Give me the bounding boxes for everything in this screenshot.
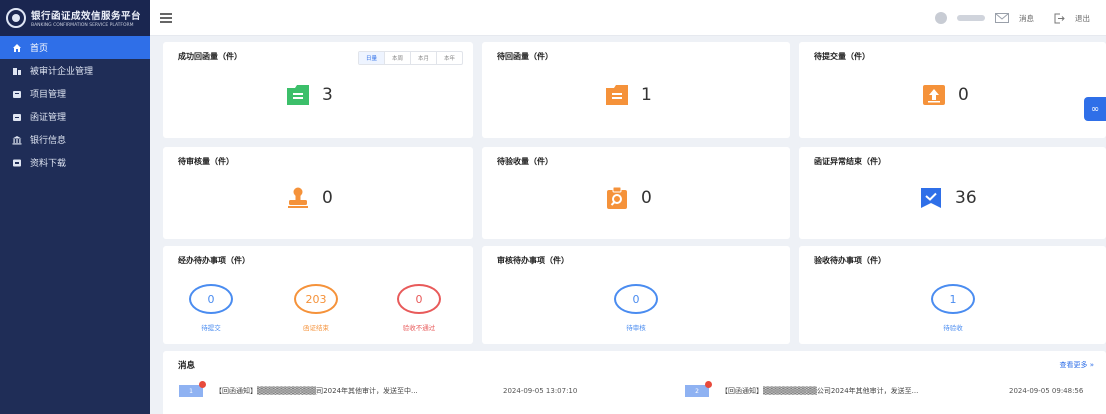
logo-icon <box>6 8 26 28</box>
sidebar-item-label: 银行信息 <box>30 136 67 146</box>
returned-count: 3 <box>322 85 333 105</box>
todo-label: 验收不通过 <box>402 324 436 332</box>
brand-subtitle: BANKING CONFIRMATION SERVICE PLATFORM <box>31 23 134 28</box>
stamp-icon <box>288 187 308 208</box>
sidebar-item-label: 函证管理 <box>30 113 67 123</box>
message-text: 【回函通知】▒▒▒▒▒▒▒▒▒▒▒司2024年其他审计，发送至中... <box>215 387 418 395</box>
card-pending-review: 待审核量（件） 0 <box>163 147 473 239</box>
card-abnormal: 函证异常结束（件） 36 <box>799 147 1106 239</box>
view-more-link[interactable]: 查看更多 » <box>1059 360 1094 370</box>
sidebar-item-label: 资料下载 <box>30 159 67 169</box>
card-handling-todo: 经办待办事项（件） 0 待提交 203 函证结束 0 验收不通过 <box>163 246 473 344</box>
message-item[interactable]: 1 【回函通知】▒▒▒▒▒▒▒▒▒▒▒司2024年其他审计，发送至中... 20… <box>179 381 578 398</box>
user-avatar[interactable] <box>935 12 947 24</box>
card-title: 验收待办事项（件） <box>814 256 886 265</box>
message-index: 2 <box>685 381 712 397</box>
mail-icon[interactable] <box>995 13 1009 23</box>
card-title: 待验收量（件） <box>497 157 553 166</box>
pending-accept-count: 0 <box>641 188 652 208</box>
period-year-button[interactable]: 本年 <box>437 52 462 64</box>
sidebar-item-label: 项目管理 <box>30 90 67 100</box>
folder-icon <box>287 85 309 105</box>
logout-icon[interactable] <box>1054 13 1065 24</box>
card-title: 经办待办事项（件） <box>178 256 250 265</box>
todo-label: 待审核 <box>626 324 646 332</box>
card-title: 待审核量（件） <box>178 157 234 166</box>
card-title: 审核待办事项（件） <box>497 256 569 265</box>
pending-submit-count: 0 <box>958 85 969 105</box>
letter-icon <box>13 113 21 121</box>
sidebar-nav: 首页 被审计企业管理 项目管理 函证管理 银行信息 资料下载 <box>0 36 150 174</box>
card-returned: 成功回函量（件） 日量 本周 本月 本年 3 <box>163 42 473 138</box>
card-pending-accept: 待验收量（件） 0 <box>482 147 790 239</box>
card-pending-return: 待回函量（件） 1 <box>482 42 790 138</box>
top-header: 消息 退出 <box>150 0 1106 36</box>
period-selector: 日量 本周 本月 本年 <box>357 51 463 65</box>
todo-label: 函证结束 <box>303 324 329 332</box>
pending-review-count: 0 <box>322 188 333 208</box>
messages-panel: 消息 查看更多 » 1 【回函通知】▒▒▒▒▒▒▒▒▒▒▒司2024年其他审计，… <box>163 351 1106 414</box>
unread-dot <box>705 381 712 388</box>
messages-title: 消息 <box>178 361 196 371</box>
card-pending-submit: 待提交量（件） 0 ∞ <box>799 42 1106 138</box>
sidebar-item-confirmations[interactable]: 函证管理 <box>0 105 150 128</box>
todo-label: 待提交 <box>201 324 221 332</box>
period-day-button[interactable]: 日量 <box>358 52 385 64</box>
sidebar-item-home[interactable]: 首页 <box>0 36 150 59</box>
sidebar-item-audited-companies[interactable]: 被审计企业管理 <box>0 59 150 82</box>
message-time: 2024-09-05 09:48:56 <box>1009 387 1084 395</box>
card-accept-todo: 验收待办事项（件） 1 待验收 <box>799 246 1106 344</box>
todo-pending-accept[interactable]: 1 <box>931 284 975 314</box>
unread-dot <box>199 381 206 388</box>
todo-label: 待验收 <box>943 324 963 332</box>
period-month-button[interactable]: 本月 <box>411 52 437 64</box>
sidebar-item-label: 被审计企业管理 <box>30 67 94 77</box>
card-title: 待回函量（件） <box>497 52 553 61</box>
messages-link[interactable]: 消息 <box>1019 13 1034 24</box>
todo-pending-review[interactable]: 0 <box>614 284 658 314</box>
message-item[interactable]: 2 【回函通知】▒▒▒▒▒▒▒▒▒▒公司2024年其他审计，发送至... 202… <box>685 381 1084 398</box>
abnormal-count: 36 <box>955 188 977 208</box>
brand: 银行函证成效信服务平台 BANKING CONFIRMATION SERVICE… <box>0 0 150 36</box>
folder-icon <box>13 90 21 98</box>
sidebar: 银行函证成效信服务平台 BANKING CONFIRMATION SERVICE… <box>0 0 150 414</box>
message-index: 1 <box>179 381 206 397</box>
sidebar-item-downloads[interactable]: 资料下载 <box>0 151 150 174</box>
download-icon <box>13 159 21 166</box>
todo-pending-submit[interactable]: 0 <box>189 284 233 314</box>
logout-link[interactable]: 退出 <box>1075 13 1090 24</box>
card-title: 函证异常结束（件） <box>814 157 886 166</box>
period-week-button[interactable]: 本周 <box>385 52 411 64</box>
message-time: 2024-09-05 13:07:10 <box>503 387 578 395</box>
folder-icon <box>606 85 628 105</box>
card-title: 成功回函量（件） <box>178 52 242 61</box>
sidebar-item-bank-info[interactable]: 银行信息 <box>0 128 150 151</box>
brand-title: 银行函证成效信服务平台 <box>31 11 142 22</box>
card-review-todo: 审核待办事项（件） 0 待审核 <box>482 246 790 344</box>
user-name[interactable] <box>957 15 985 21</box>
clipboard-search-icon <box>607 187 627 209</box>
sidebar-item-label: 首页 <box>30 44 49 54</box>
message-text: 【回函通知】▒▒▒▒▒▒▒▒▒▒公司2024年其他审计，发送至... <box>721 387 919 395</box>
bank-icon <box>12 135 22 144</box>
menu-toggle-icon[interactable] <box>160 13 172 23</box>
sidebar-item-projects[interactable]: 项目管理 <box>0 82 150 105</box>
pending-return-count: 1 <box>641 85 652 105</box>
todo-confirmation-ended[interactable]: 203 <box>294 284 338 314</box>
building-icon <box>13 67 21 75</box>
card-title: 待提交量（件） <box>814 52 870 61</box>
check-flag-icon <box>921 188 941 208</box>
link-icon[interactable]: ∞ <box>1084 97 1106 121</box>
todo-accept-rejected[interactable]: 0 <box>397 284 441 314</box>
upload-icon <box>923 85 945 105</box>
home-icon <box>13 43 21 52</box>
